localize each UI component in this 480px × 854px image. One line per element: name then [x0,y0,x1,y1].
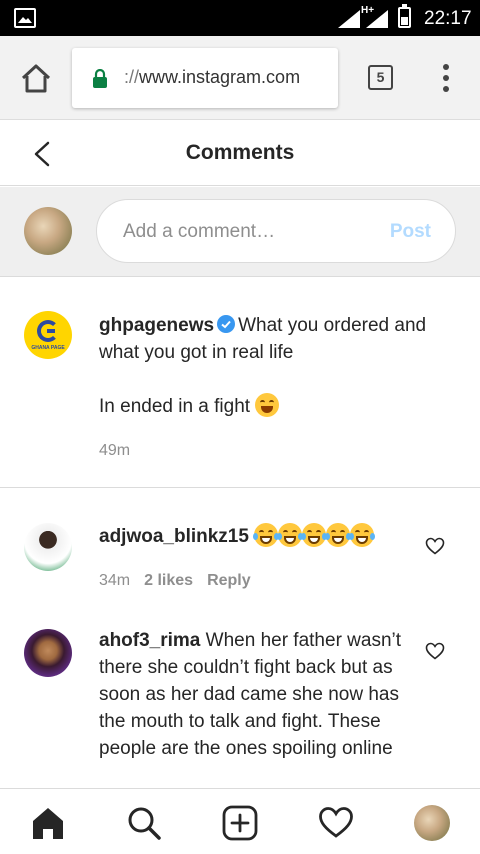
post-caption: GHANA PAGE ghpagenews What you ordered an… [0,278,480,488]
caption-username[interactable]: ghpagenews [99,315,214,336]
commenter-avatar[interactable] [24,629,72,677]
status-bar: H+ 22:17 [0,0,480,36]
comment-row: ahof3_rima When her father wasn’t there … [0,609,480,789]
tab-switcher-button[interactable]: 5 [368,65,393,90]
caption-timestamp: 49m [99,442,131,459]
verified-badge-icon [217,315,236,333]
post-button[interactable]: Post [390,221,431,243]
comment-text: ahof3_rima When her father wasn’t there … [99,627,409,762]
lock-icon [93,69,107,88]
comment-input-placeholder: Add a comment… [123,221,276,242]
tears-of-joy-emoji-icon [301,523,328,547]
comments-header: Comments [0,121,480,186]
comment-username[interactable]: ahof3_rima [99,630,200,651]
tears-of-joy-emoji-icons [253,523,376,547]
reply-button[interactable]: Reply [207,572,251,589]
tears-of-joy-emoji-icon [277,523,304,547]
tears-of-joy-emoji-icon [349,523,376,547]
home-icon[interactable] [30,805,66,841]
page-title: Comments [185,141,295,164]
caption-text: ghpagenews What you ordered and what you … [99,312,439,366]
profile-avatar[interactable] [414,805,450,841]
signal-2-icon [366,10,388,28]
url-bar[interactable]: ://www.instagram.com [72,48,338,108]
grinning-squinting-emoji-icon [255,393,280,417]
add-comment-bar: Add a comment… Post [0,187,480,277]
my-avatar [24,207,72,255]
ghanapage-logo [37,320,59,342]
ghpagenews-avatar[interactable]: GHANA PAGE [24,311,72,359]
comment-text: adjwoa_blinkz15 [99,523,419,550]
comment-like-heart-icon[interactable] [425,642,445,660]
comment-meta: 34m 2 likes Reply [99,572,251,590]
browser-toolbar: ://www.instagram.com 5 [0,36,480,120]
comment-like-heart-icon[interactable] [425,537,445,555]
tears-of-joy-emoji-icon [253,523,280,547]
search-icon[interactable] [126,805,162,841]
commenter-avatar[interactable] [24,523,72,571]
activity-heart-icon[interactable] [318,805,354,841]
add-post-icon[interactable] [222,805,258,841]
comment-username[interactable]: adjwoa_blinkz15 [99,526,249,547]
caption-line-2: In ended in a fight [99,393,280,418]
comment-input[interactable]: Add a comment… Post [96,199,456,263]
comment-row: adjwoa_blinkz15 34m 2 likes Reply [0,489,480,609]
clock: 22:17 [424,8,472,29]
browser-menu-icon[interactable] [436,64,456,92]
comment-likes-count[interactable]: 2 likes [144,572,193,589]
browser-home-icon[interactable] [18,60,54,96]
ghanapage-logo-text: GHANA PAGE [31,345,65,351]
bottom-navigation [0,788,480,854]
signal-icon [338,10,360,28]
gallery-notification-icon [14,8,36,28]
url-text: ://www.instagram.com [124,67,301,87]
comment-timestamp: 34m [99,572,131,589]
battery-icon [398,4,411,28]
tears-of-joy-emoji-icon [325,523,352,547]
